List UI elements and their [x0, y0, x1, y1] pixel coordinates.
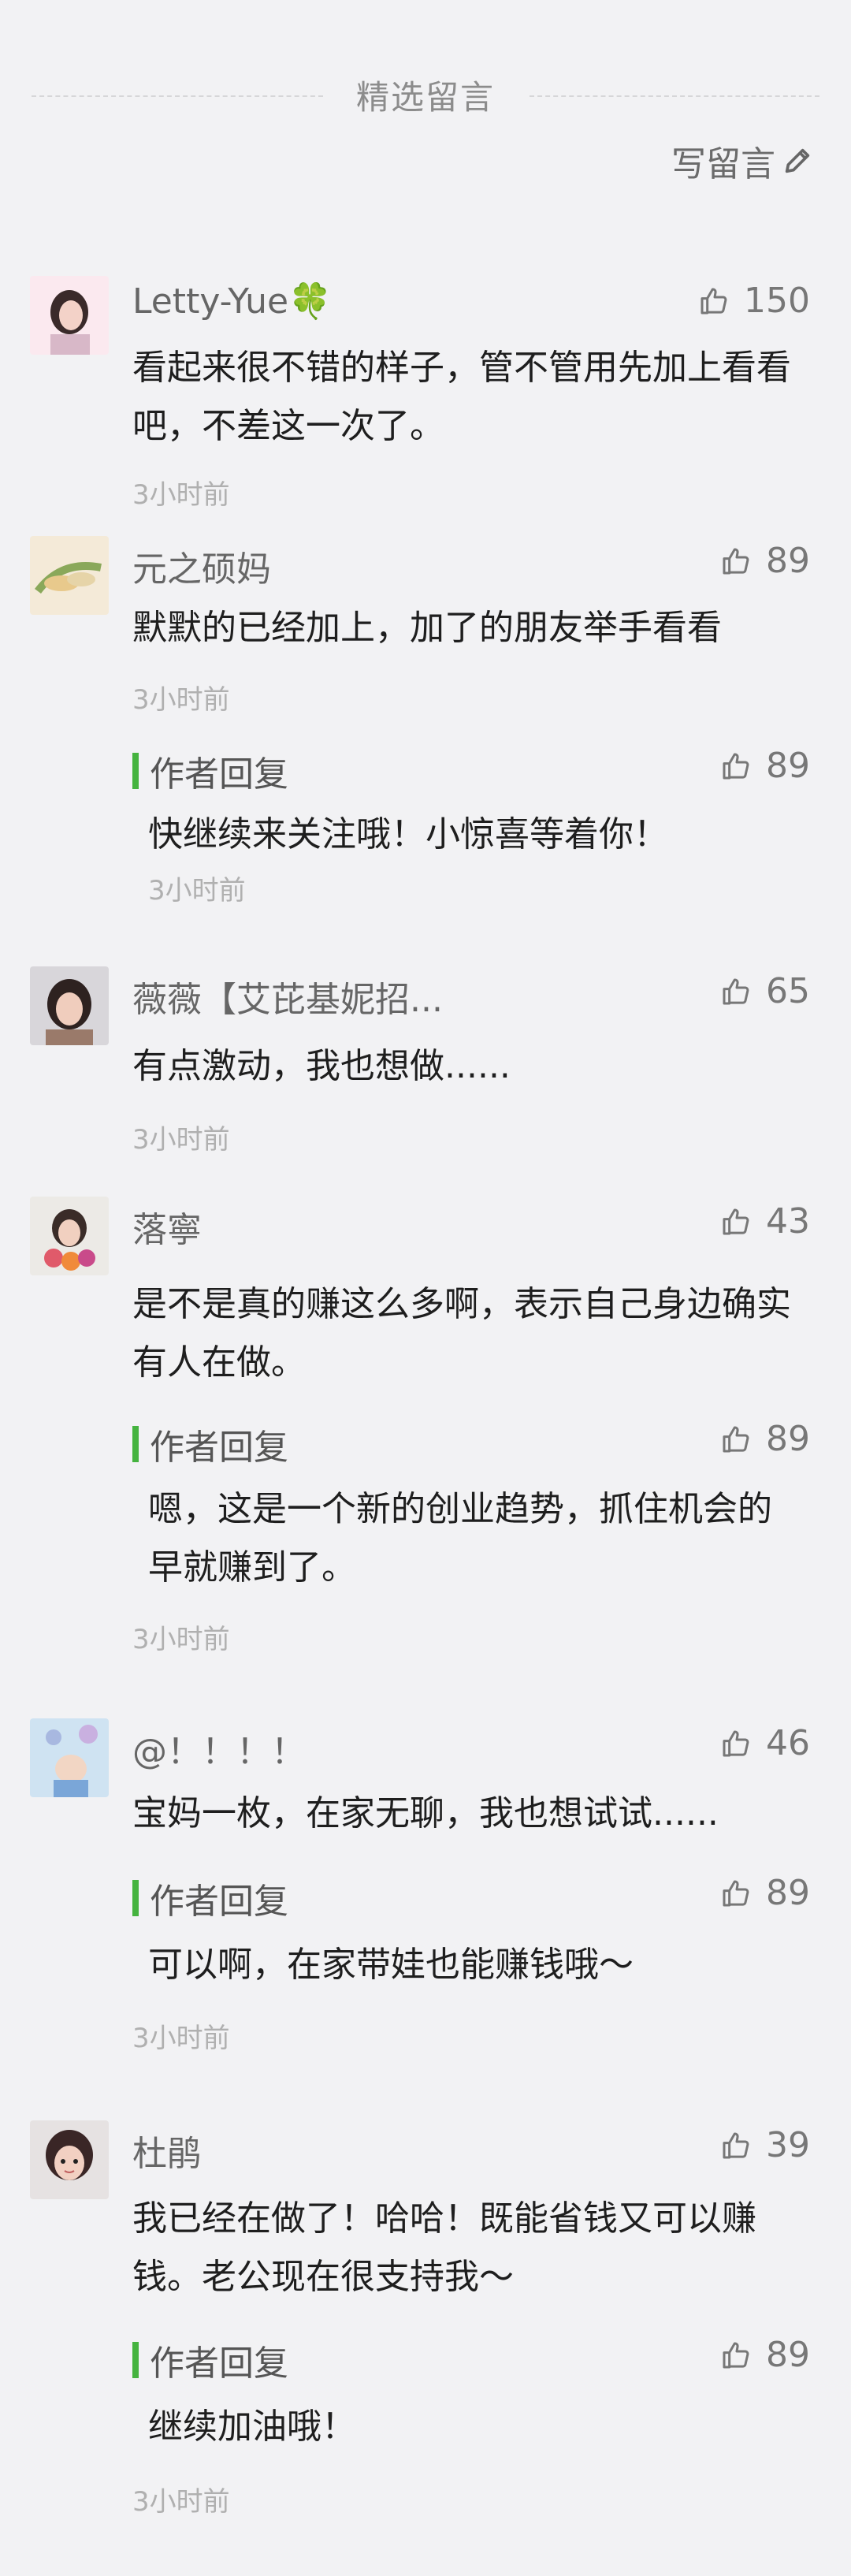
thumbs-up-icon — [723, 1426, 749, 1452]
reply-like-button[interactable]: 89 — [720, 1873, 810, 1913]
like-count: 39 — [766, 2125, 810, 2165]
like-button[interactable]: 39 — [720, 2125, 810, 2165]
comment-text: 我已经在做了！哈哈！既能省钱又可以赚钱。老公现在很支持我～ — [132, 2198, 756, 2297]
like-button[interactable]: 150 — [698, 281, 810, 321]
like-count: 43 — [766, 1201, 810, 1241]
commenter-name: 元之硕妈 — [132, 549, 271, 590]
thumbs-up-icon — [723, 1730, 749, 1756]
comment-time: 3小时前 — [132, 2486, 230, 2518]
write-comment-button[interactable]: 写留言 — [671, 136, 813, 186]
thumbs-up-icon — [723, 548, 749, 574]
reply-accent-bar — [132, 753, 139, 789]
avatar[interactable] — [30, 1718, 109, 1797]
avatar[interactable] — [30, 966, 109, 1045]
comment-text: 有点激动，我也想做...... — [132, 1046, 511, 1086]
comment-text: 宝妈一枚，在家无聊，我也想试试...... — [132, 1793, 719, 1833]
comment-text: 看起来很不错的样子，管不管用先加上看看吧，不差这一次了。 — [132, 348, 791, 446]
like-count: 89 — [766, 1873, 810, 1913]
like-count: 150 — [744, 281, 810, 321]
commenter-name: 薇薇【艾芘基妮招... — [132, 980, 443, 1020]
avatar[interactable] — [30, 536, 109, 615]
like-count: 65 — [766, 971, 810, 1011]
reply-like-button[interactable]: 89 — [720, 746, 810, 786]
reply-accent-bar — [132, 1426, 139, 1462]
comment-time: 3小时前 — [132, 2023, 230, 2054]
like-count: 89 — [766, 541, 810, 581]
like-button[interactable]: 65 — [720, 971, 810, 1011]
commenter-name: Letty-Yue🍀 — [132, 281, 332, 322]
avatar[interactable] — [30, 1197, 109, 1275]
avatar[interactable] — [30, 276, 109, 355]
commenter-name: @！！！！ — [132, 1732, 306, 1772]
author-reply-label: 作者回复 — [132, 1419, 288, 1469]
reply-text: 嗯，这是一个新的创业趋势，抓住机会的早就赚到了。 — [148, 1489, 772, 1588]
like-count: 89 — [766, 746, 810, 786]
reply-like-button[interactable]: 89 — [720, 2335, 810, 2375]
comment-time: 3小时前 — [132, 1624, 230, 1655]
like-button[interactable]: 46 — [720, 1723, 810, 1763]
reply-like-button[interactable]: 89 — [720, 1419, 810, 1459]
reply-text: 快继续来关注哦！小惊喜等着你！ — [148, 814, 668, 854]
author-reply-label: 作者回复 — [132, 746, 288, 796]
like-button[interactable]: 43 — [720, 1201, 810, 1241]
commenter-name: 杜鹃 — [132, 2134, 202, 2174]
thumbs-up-icon — [700, 288, 727, 314]
like-count: 89 — [766, 2335, 810, 2375]
pencil-icon — [785, 148, 810, 173]
reply-label-text: 作者回复 — [150, 754, 288, 795]
like-button[interactable]: 89 — [720, 541, 810, 581]
comment-time: 3小时前 — [132, 684, 230, 716]
reply-label-text: 作者回复 — [150, 1428, 288, 1468]
reply-text: 可以啊，在家带娃也能赚钱哦～ — [148, 1945, 634, 1985]
reply-label-text: 作者回复 — [150, 1882, 288, 1922]
reply-label-text: 作者回复 — [150, 2343, 288, 2384]
comments-header: 精选留言 — [0, 0, 851, 118]
thumbs-up-icon — [723, 1208, 749, 1234]
comment-text: 默默的已经加上，加了的朋友举手看看 — [132, 608, 722, 648]
reply-accent-bar — [132, 1880, 139, 1916]
thumbs-up-icon — [723, 2342, 749, 2368]
author-reply-label: 作者回复 — [132, 2335, 288, 2385]
comment-text: 是不是真的赚这么多啊，表示自己身边确实有人在做。 — [132, 1284, 791, 1383]
like-count: 89 — [766, 1419, 810, 1459]
reply-accent-bar — [132, 2342, 139, 2378]
thumbs-up-icon — [723, 978, 749, 1004]
avatar[interactable] — [30, 2120, 109, 2199]
thumbs-up-icon — [723, 1880, 749, 1906]
reply-text: 继续加油哦！ — [148, 2407, 356, 2447]
divider-right — [530, 95, 819, 97]
thumbs-up-icon — [723, 2132, 749, 2158]
like-count: 46 — [766, 1723, 810, 1763]
commenter-name: 落寧 — [132, 1210, 202, 1250]
reply-time: 3小时前 — [148, 875, 246, 906]
comment-time: 3小时前 — [132, 479, 230, 511]
thumbs-up-icon — [723, 753, 749, 779]
comment-time: 3小时前 — [132, 1124, 230, 1156]
author-reply-label: 作者回复 — [132, 1873, 288, 1923]
write-comment-label: 写留言 — [671, 144, 775, 184]
